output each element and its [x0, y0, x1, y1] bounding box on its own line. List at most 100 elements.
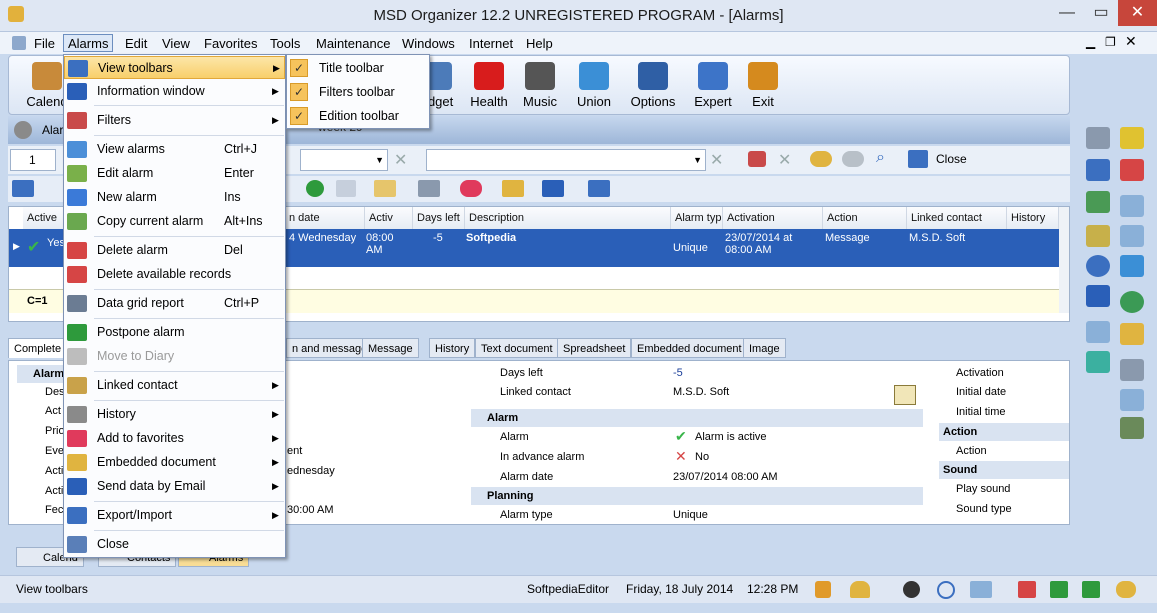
mdi-restore-button[interactable]: ❐ [1105, 35, 1116, 49]
menu-delete-alarm[interactable]: Delete alarm Del [64, 239, 285, 262]
contact-book-icon[interactable] [374, 180, 396, 197]
menu-embedded-document[interactable]: Embedded document ▶ [64, 451, 285, 474]
menu-tools[interactable]: Tools [266, 35, 304, 53]
col-linked-contact[interactable]: Linked contact [907, 207, 1007, 229]
menu-favorites[interactable]: Favorites [200, 35, 261, 53]
list-view-icon[interactable] [12, 180, 34, 197]
options-button[interactable]: Options [625, 60, 681, 114]
menu-information-window[interactable]: Information window ▶ [64, 80, 285, 103]
tab-image[interactable]: Image [743, 338, 786, 358]
menu-view[interactable]: View [158, 35, 194, 53]
link-icon[interactable] [1116, 581, 1136, 598]
tab-complete[interactable]: Complete [8, 338, 68, 358]
mail-status-icon[interactable] [970, 581, 992, 598]
menu-internet[interactable]: Internet [465, 35, 517, 53]
search-icon[interactable]: ⌕ [876, 149, 885, 167]
menu-help[interactable]: Help [522, 35, 557, 53]
filter-select-1[interactable]: ▼ [300, 149, 388, 171]
group-icon[interactable] [810, 151, 832, 167]
minimize-button[interactable]: — [1050, 0, 1084, 26]
favorite-icon[interactable] [460, 180, 482, 197]
col-activation[interactable]: Activation [723, 207, 823, 229]
filter-select-2[interactable]: ▼ [426, 149, 706, 171]
side-tool-14-icon[interactable] [1120, 323, 1144, 345]
menu-close[interactable]: Close [64, 533, 285, 556]
health-button[interactable]: Health [461, 60, 517, 114]
menu-edit[interactable]: Edit [121, 35, 151, 53]
side-tool-1-icon[interactable] [1086, 127, 1110, 149]
side-tool-16-icon[interactable] [1120, 359, 1144, 381]
menu-send-data-by-email[interactable]: Send data by Email ▶ [64, 475, 285, 498]
side-tool-18-icon[interactable] [1120, 417, 1144, 439]
menu-history[interactable]: History ▶ [64, 403, 285, 426]
clock-icon[interactable] [1086, 255, 1110, 277]
music-button[interactable]: Music [512, 60, 568, 114]
side-tool-17-icon[interactable] [1120, 389, 1144, 411]
grid-off-icon[interactable] [1018, 581, 1036, 598]
side-tool-6-icon[interactable] [1120, 195, 1144, 217]
tab-text-document[interactable]: Text document [475, 338, 559, 358]
tab-message[interactable]: Message [362, 338, 419, 358]
col-description[interactable]: Description [465, 207, 671, 229]
copy-icon[interactable] [418, 180, 440, 197]
google-icon[interactable] [1120, 255, 1144, 277]
calculator-icon[interactable] [1086, 285, 1110, 307]
submenu-title-toolbar[interactable]: ✓ Title toolbar [287, 56, 429, 80]
globe-icon[interactable] [1120, 291, 1144, 313]
menu-postpone-alarm[interactable]: Postpone alarm [64, 321, 285, 344]
col-date[interactable]: n date [285, 207, 365, 229]
filter-clear-icon[interactable]: ✕ [778, 150, 791, 170]
menu-data-grid-report[interactable]: Data grid report Ctrl+P [64, 292, 285, 315]
clear-filter-2-icon[interactable]: ✕ [710, 150, 723, 170]
menu-export-import[interactable]: Export/Import ▶ [64, 504, 285, 527]
maximize-button[interactable]: ▭ [1084, 0, 1118, 26]
menu-add-to-favorites[interactable]: Add to favorites ▶ [64, 427, 285, 450]
menu-edit-alarm[interactable]: Edit alarm Enter [64, 162, 285, 185]
spellcheck-icon[interactable] [1120, 159, 1144, 181]
submenu-edition-toolbar[interactable]: ✓ Edition toolbar [287, 104, 429, 128]
menu-file[interactable]: File [30, 35, 59, 53]
close-window-button[interactable]: ✕ [1118, 0, 1157, 26]
menu-filters[interactable]: Filters ▶ [64, 109, 285, 132]
menu-copy-current-alarm[interactable]: Copy current alarm Alt+Ins [64, 210, 285, 233]
mdi-close-button[interactable]: ✕ [1125, 33, 1137, 50]
menu-windows[interactable]: Windows [398, 35, 459, 53]
col-activ[interactable]: Activ [365, 207, 413, 229]
import-icon[interactable] [1050, 581, 1068, 598]
tab-embedded-document[interactable]: Embedded document [631, 338, 748, 358]
side-tool-8-icon[interactable] [1120, 225, 1144, 247]
tab-history[interactable]: History [429, 338, 476, 358]
col-action[interactable]: Action [823, 207, 907, 229]
export-icon[interactable] [588, 180, 610, 197]
folder-icon[interactable] [502, 180, 524, 197]
menu-maintenance[interactable]: Maintenance [312, 35, 394, 53]
menu-view-alarms[interactable]: View alarms Ctrl+J [64, 138, 285, 161]
tab-spreadsheet[interactable]: Spreadsheet [557, 338, 632, 358]
side-tool-2-icon[interactable] [1120, 127, 1144, 149]
col-alarm-type[interactable]: Alarm typ [671, 207, 723, 229]
mdi-icon[interactable] [12, 36, 26, 50]
side-tool-3-icon[interactable] [1086, 159, 1110, 181]
menu-alarms[interactable]: Alarms [63, 34, 114, 52]
counter-field[interactable]: 1 [10, 149, 56, 171]
expert-button[interactable]: Expert [685, 60, 741, 114]
refresh-icon[interactable] [306, 180, 324, 197]
exit-button[interactable]: Exit [735, 60, 791, 114]
menu-view-toolbars[interactable]: View toolbars ▶ [64, 56, 285, 79]
col-days-left[interactable]: Days left [413, 207, 465, 229]
side-tool-7-icon[interactable] [1086, 225, 1110, 247]
union-button[interactable]: Union [566, 60, 622, 114]
tab-alarm-message[interactable]: n and message [286, 338, 374, 358]
col-history[interactable]: History [1007, 207, 1059, 229]
submenu-filters-toolbar[interactable]: ✓ Filters toolbar [287, 80, 429, 104]
side-tool-5-icon[interactable] [1086, 191, 1110, 213]
menu-linked-contact[interactable]: Linked contact ▶ [64, 374, 285, 397]
menu-new-alarm[interactable]: New alarm Ins [64, 186, 285, 209]
clear-filter-1-icon[interactable]: ✕ [394, 150, 407, 170]
clock-status-icon[interactable] [937, 581, 955, 599]
bell-icon[interactable] [850, 581, 870, 598]
export-status-icon[interactable] [1082, 581, 1100, 598]
filter-apply-icon[interactable] [748, 151, 766, 167]
email-icon[interactable] [542, 180, 564, 197]
close-filter-button[interactable]: Close [936, 152, 967, 166]
